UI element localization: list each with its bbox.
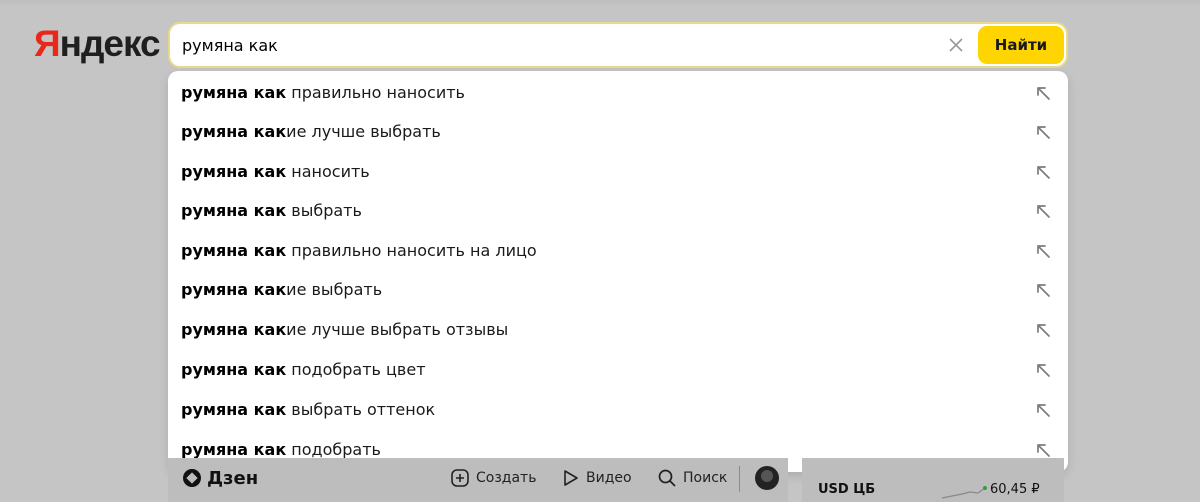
suggestion-dropdown: румяна как правильно наносить румяна как… [168, 71, 1068, 472]
close-icon [949, 38, 963, 52]
suggestion-text: румяна какие лучше выбрать [181, 113, 441, 151]
suggestion-completion: правильно наносить на лицо [286, 241, 537, 260]
suggestion-item[interactable]: румяна как правильно наносить на лицо [168, 232, 1068, 270]
suggestion-completion: наносить [286, 162, 370, 181]
page-top-strip [0, 0, 1200, 6]
suggestion-completion: выбрать [286, 201, 362, 220]
suggestion-text: румяна как выбрать [181, 192, 362, 230]
avatar[interactable] [755, 466, 779, 490]
suggestion-item[interactable]: румяна как выбрать оттенок [168, 391, 1068, 429]
suggestion-match: румяна как [181, 201, 287, 220]
suggestion-match: румяна как [181, 320, 287, 339]
arrow-up-left-icon[interactable] [1034, 202, 1052, 220]
arrow-up-left-icon[interactable] [1034, 321, 1052, 339]
play-icon [564, 470, 578, 486]
suggestion-text: румяна как правильно наносить [181, 74, 465, 112]
arrow-up-left-icon[interactable] [1034, 123, 1052, 141]
suggestion-text: румяна какие лучше выбрать отзывы [181, 311, 508, 349]
arrow-up-left-icon[interactable] [1034, 163, 1052, 181]
suggestion-completion: ие лучше выбрать отзывы [286, 320, 509, 339]
suggestion-item[interactable]: румяна какие выбрать [168, 271, 1068, 309]
suggestion-text: румяна какие выбрать [181, 271, 382, 309]
suggestion-match: румяна как [181, 162, 287, 181]
suggestion-text: румяна как наносить [181, 153, 370, 191]
logo-first-letter: Я [34, 23, 61, 64]
suggestion-completion: правильно наносить [286, 83, 465, 102]
clear-search-button[interactable] [946, 35, 966, 55]
arrow-up-left-icon[interactable] [1034, 401, 1052, 419]
suggestion-match: румяна как [181, 400, 287, 419]
usd-rate-label: USD ЦБ [818, 482, 876, 497]
suggestion-text: румяна как подобрать цвет [181, 351, 426, 389]
suggestion-completion: ие лучше выбрать [286, 122, 441, 141]
suggestion-match: румяна как [181, 280, 287, 299]
suggestion-completion: ие выбрать [286, 280, 383, 299]
search-input[interactable] [182, 24, 942, 66]
search-box: Найти [168, 22, 1068, 68]
suggestion-item[interactable]: румяна как подобрать цвет [168, 351, 1068, 389]
suggestion-match: румяна как [181, 360, 287, 379]
suggestion-item[interactable]: румяна как выбрать [168, 192, 1068, 230]
suggestion-match: румяна как [181, 122, 287, 141]
nav-divider [739, 466, 740, 492]
search-submit-button[interactable]: Найти [978, 26, 1064, 64]
suggestion-text: румяна как правильно наносить на лицо [181, 232, 537, 270]
suggestion-completion: подобрать цвет [286, 360, 426, 379]
arrow-up-left-icon[interactable] [1034, 361, 1052, 379]
suggestion-item[interactable]: румяна какие лучше выбрать [168, 113, 1068, 151]
suggestion-completion: подобрать [286, 440, 381, 459]
logo-rest: ндекс [59, 23, 161, 64]
video-button[interactable]: Видео [562, 468, 632, 488]
plus-square-icon [451, 469, 469, 487]
video-label: Видео [586, 470, 632, 486]
arrow-up-left-icon[interactable] [1034, 281, 1052, 299]
search-nav-button[interactable]: Поиск [657, 468, 727, 488]
suggestion-item[interactable]: румяна какие лучше выбрать отзывы [168, 311, 1068, 349]
usd-rate-value: 60,45 ₽ [990, 482, 1040, 497]
dzen-brand-link[interactable]: Дзен [183, 467, 259, 489]
suggestion-match: румяна как [181, 83, 287, 102]
suggestion-completion: выбрать оттенок [286, 400, 436, 419]
create-button[interactable]: Создать [450, 468, 536, 488]
create-label: Создать [476, 470, 537, 486]
suggestion-item[interactable]: румяна как наносить [168, 153, 1068, 191]
arrow-up-left-icon[interactable] [1034, 84, 1052, 102]
dzen-logo-icon [183, 469, 201, 487]
search-nav-label: Поиск [683, 470, 728, 486]
suggestion-match: румяна как [181, 440, 287, 459]
search-icon [658, 469, 676, 487]
arrow-up-left-icon[interactable] [1034, 242, 1052, 260]
yandex-logo[interactable]: Яндекс [34, 22, 161, 66]
dzen-brand-label: Дзен [207, 467, 259, 489]
arrow-up-left-icon[interactable] [1034, 441, 1052, 459]
rate-sparkline [941, 486, 987, 499]
suggestion-item[interactable]: румяна как правильно наносить [168, 74, 1068, 112]
suggestion-text: румяна как выбрать оттенок [181, 391, 435, 429]
suggestion-match: румяна как [181, 241, 287, 260]
